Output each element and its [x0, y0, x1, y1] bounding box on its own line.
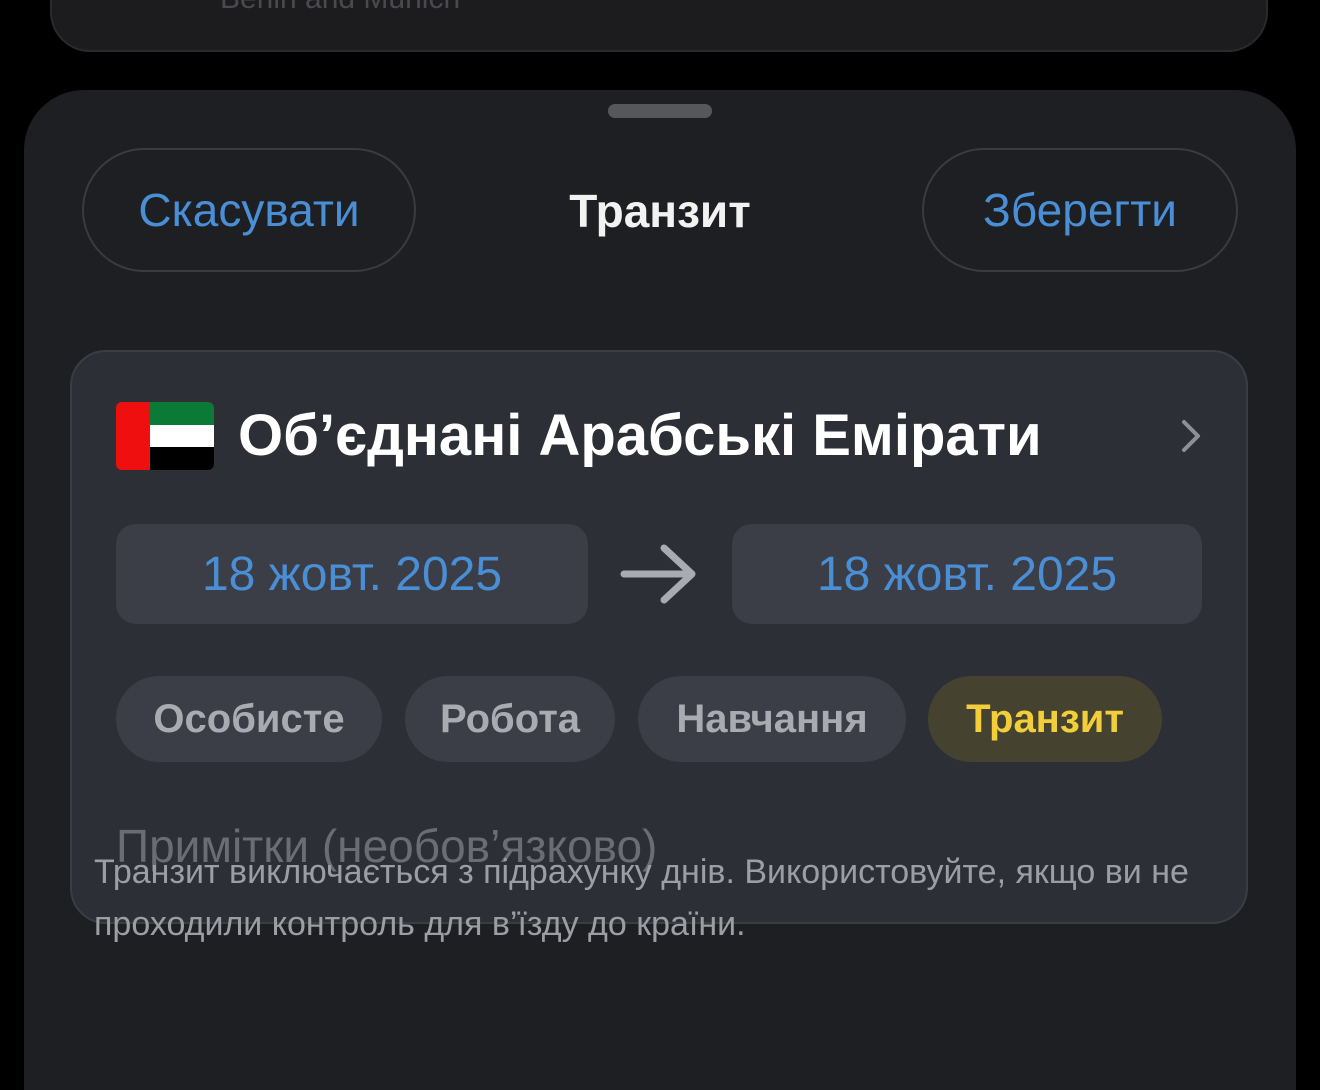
sheet-title: Транзит: [569, 185, 751, 237]
transit-hint-text: Транзит виключається з підрахунку днів. …: [94, 853, 1189, 943]
country-selector[interactable]: Об’єднані Арабські Емірати: [116, 396, 1206, 476]
save-button[interactable]: Зберегти: [922, 148, 1238, 272]
category-chip-personal[interactable]: Особисте: [116, 676, 382, 762]
sheet-grabber[interactable]: [608, 104, 712, 118]
arrow-right-icon: [620, 544, 696, 604]
end-date-field[interactable]: 18 жовт. 2025: [732, 524, 1202, 624]
category-chip-transit[interactable]: Транзит: [928, 676, 1162, 762]
country-name: Об’єднані Арабські Емірати: [238, 403, 1042, 468]
category-chip-study[interactable]: Навчання: [638, 676, 906, 762]
category-chip-work[interactable]: Робота: [405, 676, 615, 762]
start-date-field[interactable]: 18 жовт. 2025: [116, 524, 588, 624]
previous-trip-card[interactable]: Berlin and Munich: [50, 0, 1268, 52]
trip-card: Об’єднані Арабські Емірати 18 жовт. 2025…: [70, 350, 1248, 924]
cancel-button[interactable]: Скасувати: [82, 148, 416, 272]
chevron-right-icon: [1182, 420, 1200, 452]
previous-trip-text: Berlin and Munich: [220, 0, 460, 16]
uae-flag-icon: [116, 402, 214, 470]
